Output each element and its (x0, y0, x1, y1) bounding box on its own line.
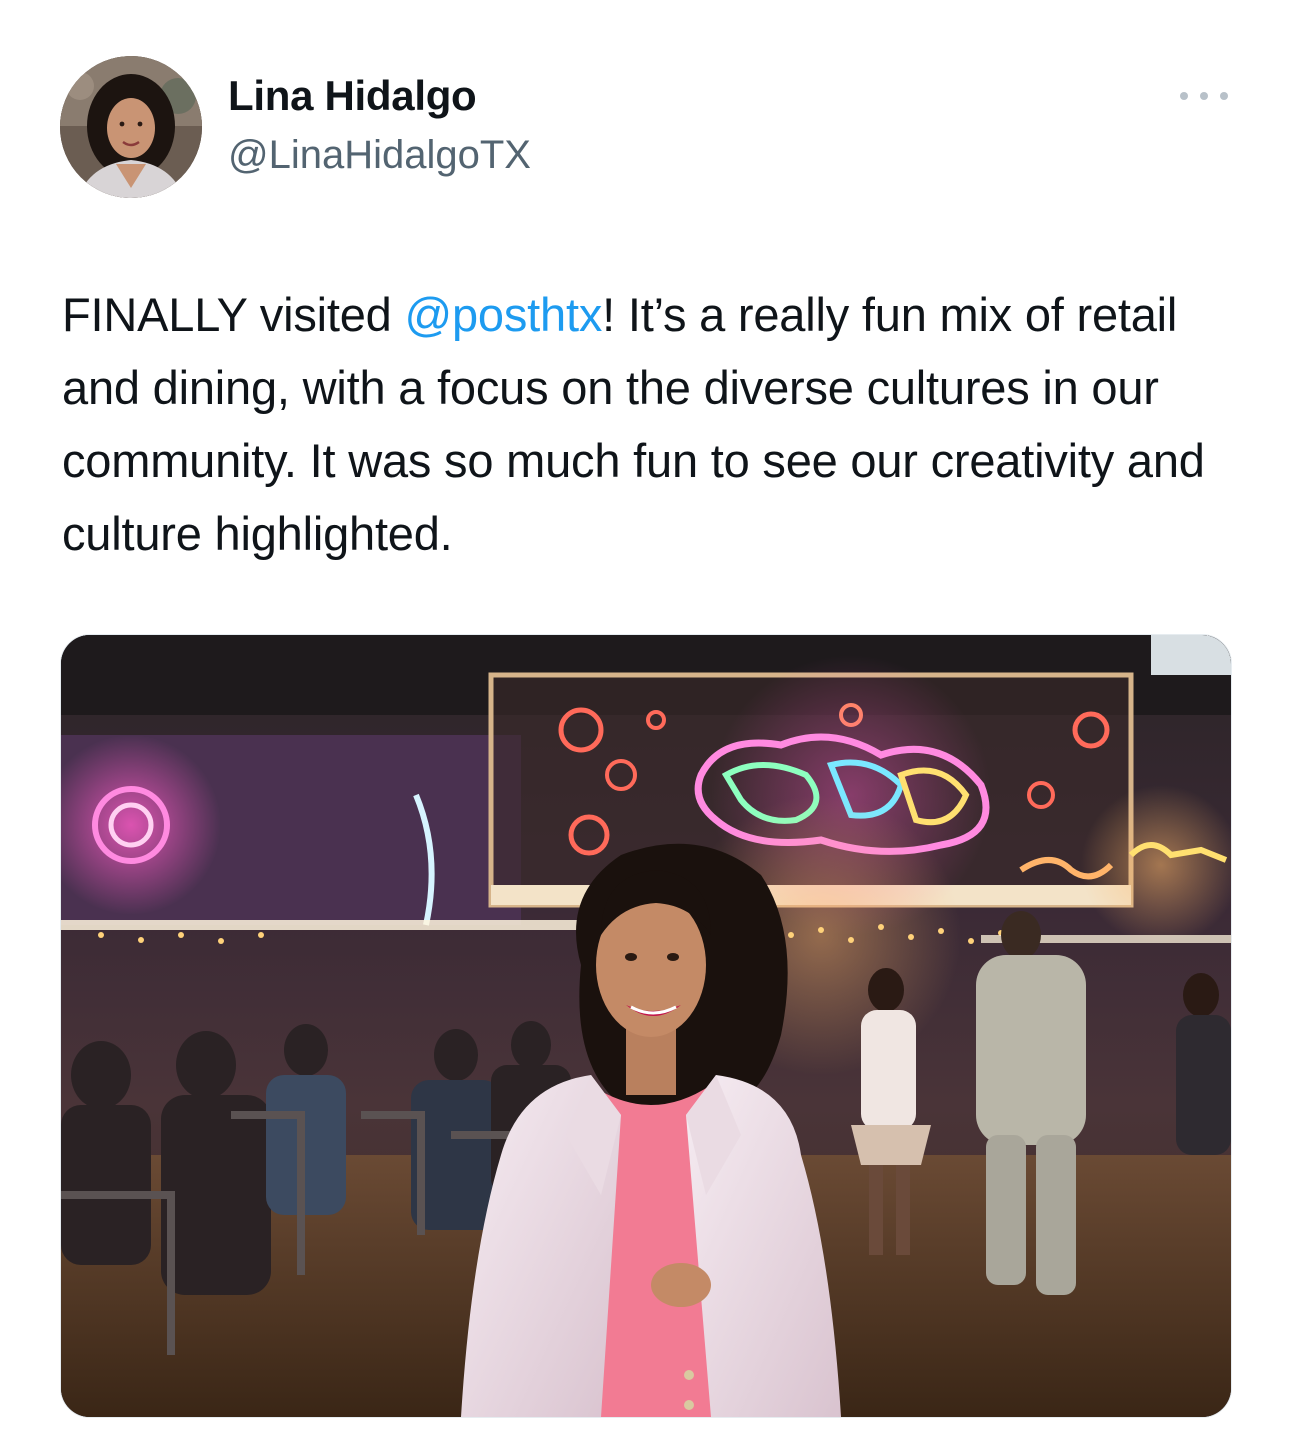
more-options-button[interactable] (1180, 78, 1228, 114)
tweet-text: FINALLY visited @posthtx! It’s a really … (62, 278, 1242, 570)
author-name[interactable]: Lina Hidalgo (228, 70, 531, 122)
tweet-photo[interactable] (60, 634, 1232, 1418)
author-avatar[interactable] (60, 56, 202, 198)
mention-link[interactable]: @posthtx (404, 288, 602, 341)
tweet[interactable]: Lina Hidalgo @LinaHidalgoTX FINALLY visi… (0, 0, 1290, 1440)
author-handle[interactable]: @LinaHidalgoTX (228, 128, 531, 182)
more-horizontal-icon (1180, 92, 1188, 100)
more-horizontal-icon-dot (1220, 92, 1228, 100)
tweet-text-start: FINALLY visited (62, 288, 405, 341)
more-horizontal-icon-dot (1200, 92, 1208, 100)
author-info: Lina Hidalgo @LinaHidalgoTX (228, 70, 531, 182)
avatar-image (60, 56, 202, 198)
photo-image (61, 635, 1231, 1417)
